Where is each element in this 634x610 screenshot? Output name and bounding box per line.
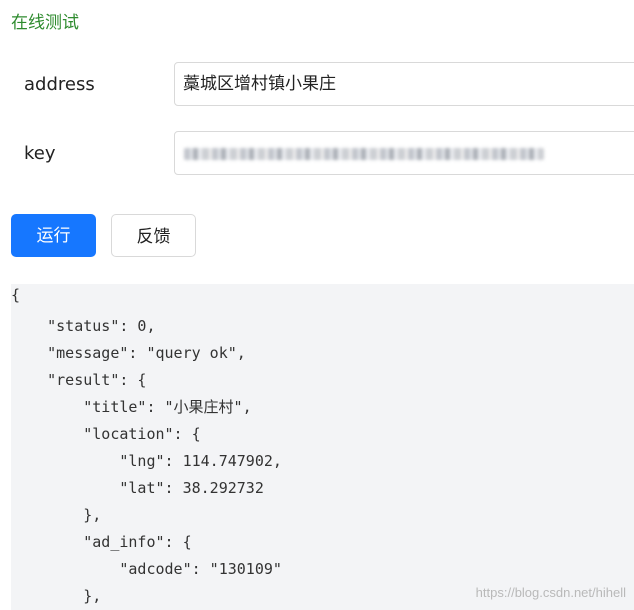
key-label: key [24,143,56,164]
run-button[interactable]: 运行 [11,214,96,257]
key-row: key [0,131,634,177]
code-line: }, [11,506,102,524]
section-title: 在线测试 [11,13,79,33]
code-line: "lng": 114.747902, [11,452,282,470]
watermark: https://blog.csdn.net/hihell [475,585,626,600]
code-line: { [11,286,21,304]
address-input[interactable] [174,62,634,106]
code-line: "status": 0, [11,317,156,335]
code-line: }, [11,587,102,605]
online-test-page: 在线测试 address key 运行 反馈 { "status": 0, "m… [0,0,634,610]
code-line: "lat": 38.292732 [11,479,264,497]
result-output: { "status": 0, "message": "query ok", "r… [11,284,634,610]
code-line: "title": "小果庄村", [11,398,252,416]
address-label: address [24,74,95,95]
key-redacted-value [184,148,544,160]
feedback-button[interactable]: 反馈 [111,214,196,257]
code-line: "adcode": "130109" [11,560,282,578]
address-row: address [0,62,634,108]
code-line: "message": "query ok", [11,344,246,362]
code-line: "location": { [11,425,201,443]
code-line: "result": { [11,371,147,389]
code-line: "ad_info": { [11,533,192,551]
